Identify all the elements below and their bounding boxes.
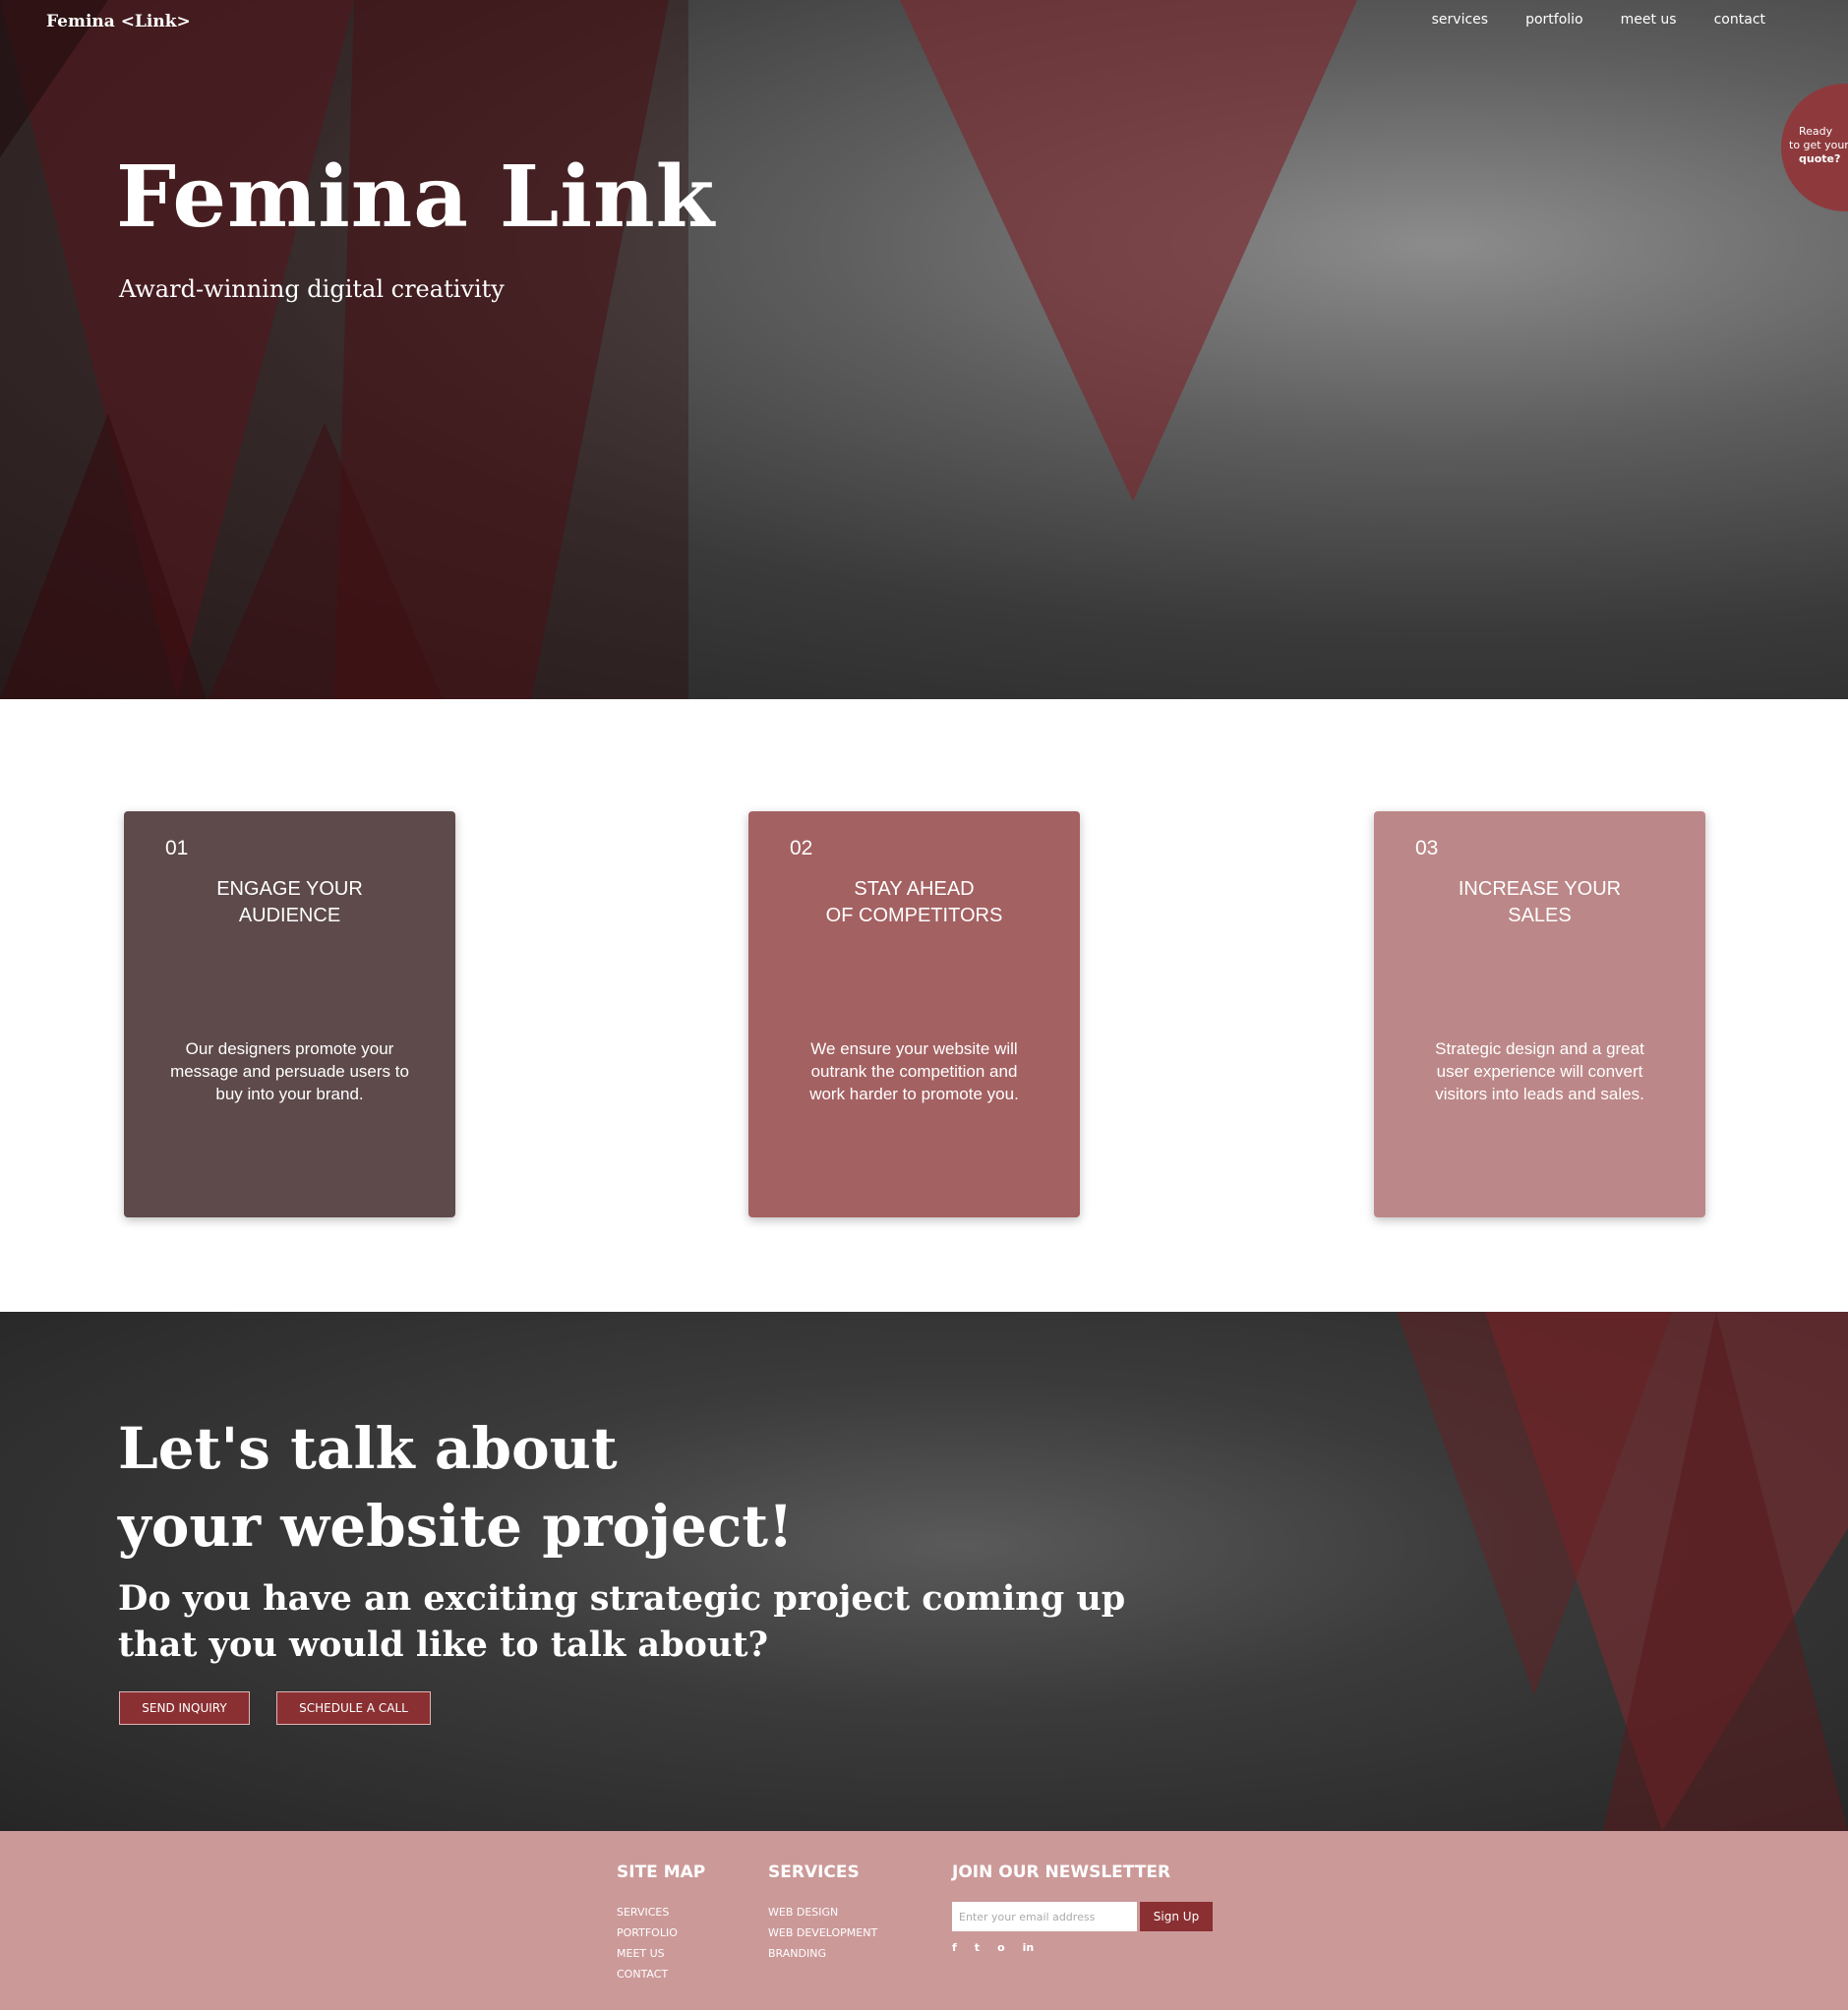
footer-sitemap: SITE MAP SERVICES PORTFOLIO MEET US CONT… <box>617 1862 705 1984</box>
cta-section: Let's talk about your website project! D… <box>0 1312 1848 1831</box>
send-inquiry-button[interactable]: SEND INQUIRY <box>119 1691 250 1725</box>
footer-link-meet-us[interactable]: MEET US <box>617 1943 705 1964</box>
linkedin-icon[interactable]: in <box>1023 1941 1035 1954</box>
footer-link-web-development[interactable]: WEB DEVELOPMENT <box>768 1922 877 1943</box>
quote-badge-line1: Ready <box>1799 125 1833 138</box>
cta-title: Let's talk about your website project! <box>118 1415 794 1560</box>
nav-link-services[interactable]: services <box>1432 12 1488 28</box>
feature-card-sales: 03 INCREASE YOUR SALES Strategic design … <box>1374 811 1705 1217</box>
newsletter-email-input[interactable] <box>952 1902 1137 1931</box>
quote-badge-line3: quote? <box>1799 152 1841 165</box>
site-logo[interactable]: Femina <Link> <box>46 12 191 31</box>
site-footer: SITE MAP SERVICES PORTFOLIO MEET US CONT… <box>0 1831 1848 2010</box>
cta-decorative-triangles <box>1397 1312 1848 1831</box>
footer-services: SERVICES WEB DESIGN WEB DEVELOPMENT BRAN… <box>768 1862 877 1964</box>
footer-link-branding[interactable]: BRANDING <box>768 1943 877 1964</box>
newsletter-signup-button[interactable]: Sign Up <box>1140 1902 1213 1931</box>
hero-decorative-triangles <box>0 0 1357 699</box>
card-title: ENGAGE YOUR AUDIENCE <box>216 878 363 926</box>
card-number: 03 <box>1415 837 1439 859</box>
nav-link-meet-us[interactable]: meet us <box>1621 12 1677 28</box>
footer-sitemap-heading: SITE MAP <box>617 1862 706 1882</box>
footer-link-services[interactable]: SERVICES <box>617 1902 705 1922</box>
card-description: Strategic design and a great user experi… <box>1435 1039 1644 1103</box>
nav-link-portfolio[interactable]: portfolio <box>1525 12 1583 28</box>
card-number: 01 <box>165 837 189 859</box>
card-number: 02 <box>790 837 813 859</box>
footer-newsletter-heading: JOIN OUR NEWSLETTER <box>952 1862 1171 1882</box>
footer-link-web-design[interactable]: WEB DESIGN <box>768 1902 877 1922</box>
main-nav: services portfolio meet us contact <box>1432 12 1765 28</box>
facebook-icon[interactable]: f <box>952 1941 957 1954</box>
nav-link-contact[interactable]: contact <box>1714 12 1765 28</box>
card-title: STAY AHEAD OF COMPETITORS <box>825 878 1003 926</box>
hero-subtitle: Award-winning digital creativity <box>119 275 505 303</box>
feature-card-engage: 01 ENGAGE YOUR AUDIENCE Our designers pr… <box>124 811 455 1217</box>
hero-section: Femina <Link> services portfolio meet us… <box>0 0 1848 699</box>
card-description: Our designers promote your message and p… <box>170 1039 409 1103</box>
card-title: INCREASE YOUR SALES <box>1458 878 1622 926</box>
instagram-icon[interactable]: o <box>997 1941 1005 1954</box>
footer-link-portfolio[interactable]: PORTFOLIO <box>617 1922 705 1943</box>
hero-title: Femina Link <box>116 148 716 247</box>
footer-services-heading: SERVICES <box>768 1862 860 1882</box>
cta-subtitle: Do you have an exciting strategic projec… <box>118 1578 1126 1665</box>
schedule-call-button[interactable]: SCHEDULE A CALL <box>276 1691 431 1725</box>
twitter-icon[interactable]: t <box>975 1941 980 1954</box>
card-description: We ensure your website will outrank the … <box>809 1039 1019 1103</box>
social-links: f t o in <box>952 1941 1213 1954</box>
feature-card-stay-ahead: 02 STAY AHEAD OF COMPETITORS We ensure y… <box>748 811 1080 1217</box>
footer-newsletter: JOIN OUR NEWSLETTER Sign Up f t o in <box>952 1862 1213 1954</box>
footer-link-contact[interactable]: CONTACT <box>617 1964 705 1984</box>
quote-badge-line2: to get your <box>1789 139 1848 151</box>
